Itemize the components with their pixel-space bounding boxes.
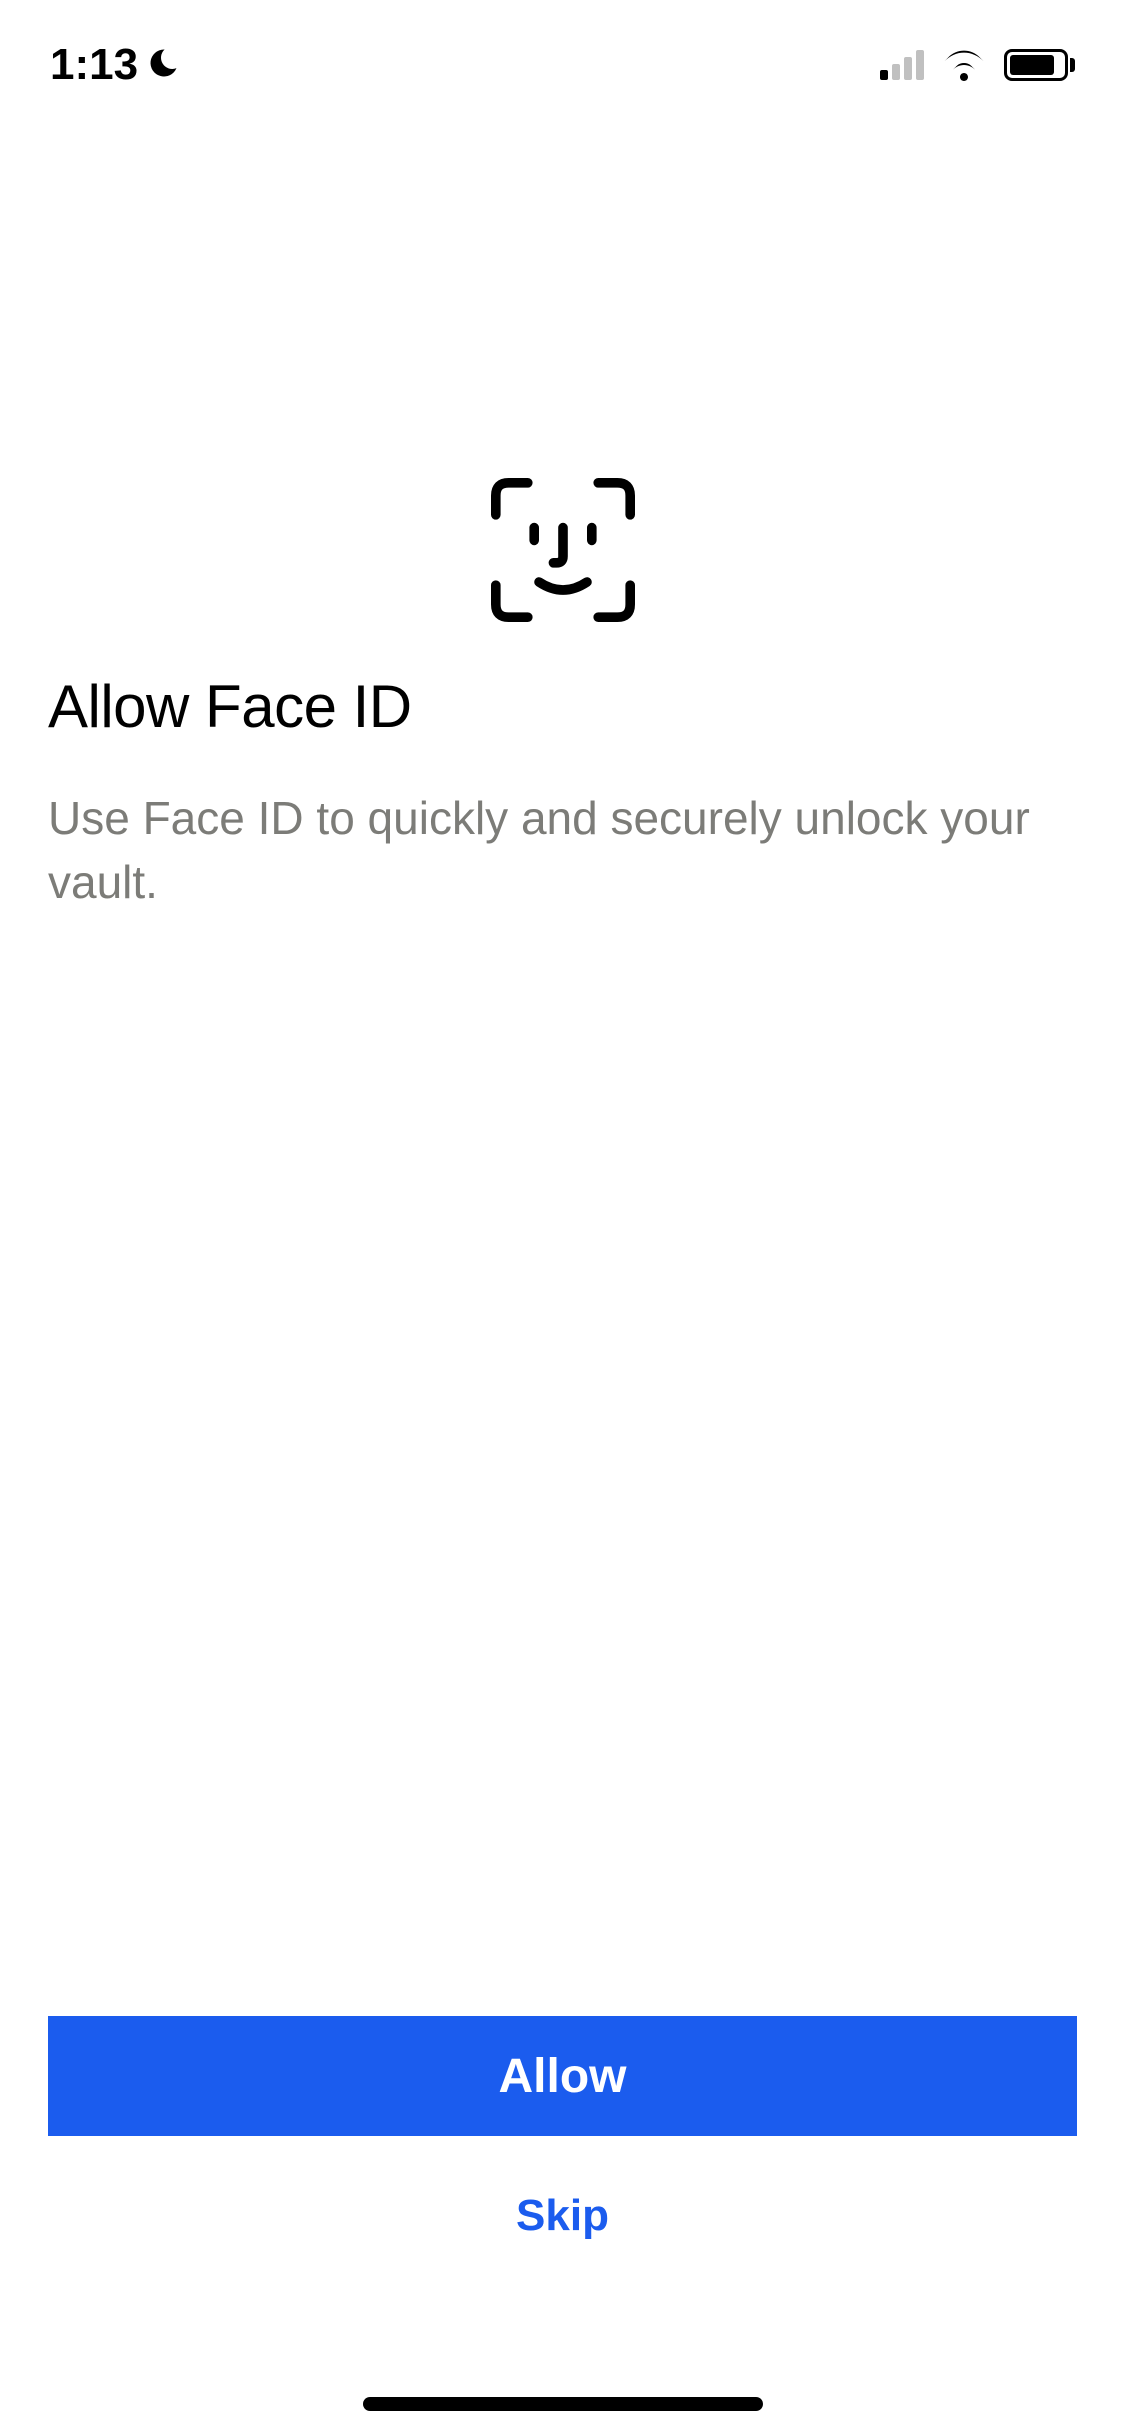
face-id-icon	[48, 470, 1077, 630]
buttons-container: Allow Skip	[48, 2016, 1077, 2256]
status-bar-right	[880, 45, 1075, 86]
moon-icon	[146, 45, 182, 86]
page-description: Use Face ID to quickly and securely unlo…	[48, 786, 1077, 915]
battery-icon	[1004, 49, 1075, 81]
home-indicator[interactable]	[363, 2397, 763, 2411]
page-title: Allow Face ID	[48, 672, 1077, 741]
allow-button[interactable]: Allow	[48, 2016, 1077, 2136]
main-content: Allow Face ID Use Face ID to quickly and…	[48, 470, 1077, 915]
cellular-signal-icon	[880, 50, 924, 80]
skip-button[interactable]: Skip	[48, 2176, 1077, 2256]
status-bar: 1:13	[0, 0, 1125, 130]
status-bar-left: 1:13	[50, 40, 182, 90]
wifi-icon	[940, 45, 988, 86]
status-time: 1:13	[50, 40, 138, 90]
